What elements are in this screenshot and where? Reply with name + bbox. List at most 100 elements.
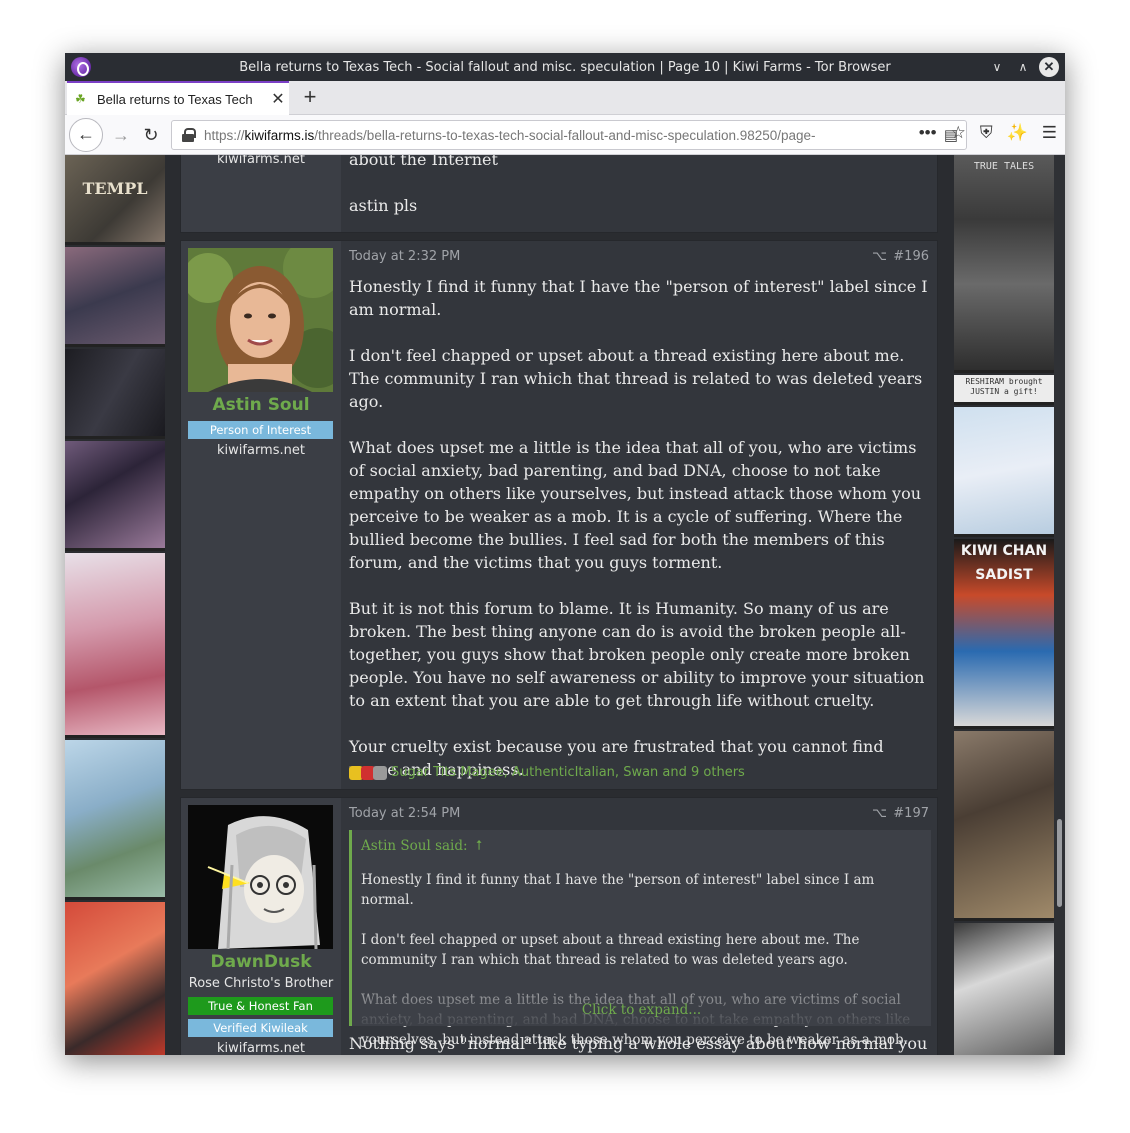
bg-panel: TEMPL — [65, 155, 165, 245]
bg-caption: KIWI CHAN — [960, 543, 1048, 559]
quote-paragraph: Honestly I find it funny that I have the… — [361, 872, 875, 908]
avatar-image — [188, 248, 333, 392]
new-tab-button[interactable]: + — [297, 85, 323, 111]
post-timestamp[interactable]: Today at 2:54 PM — [349, 806, 460, 821]
post-197: DawnDusk Rose Christo's Brother True & H… — [180, 797, 938, 1055]
tab-bar: ☘ Bella returns to Texas Tech ✕ + — [65, 81, 1065, 115]
bg-caption: RESHIRAM brought JUSTIN a gift! — [965, 377, 1043, 396]
tab-close-icon[interactable]: ✕ — [267, 89, 289, 109]
share-icon[interactable]: ⌥ — [872, 806, 887, 821]
thread-content: kiwifarms.net about the Internet astin p… — [180, 155, 938, 1055]
bg-panel — [65, 441, 165, 551]
bg-panel — [954, 731, 1054, 921]
user-banner-true-honest-fan: True & Honest Fan — [188, 997, 333, 1015]
bg-panel — [65, 247, 165, 347]
user-pane: DawnDusk Rose Christo's Brother True & H… — [181, 798, 341, 1055]
scrollbar-thumb[interactable] — [1057, 819, 1062, 907]
close-window-icon[interactable]: ✕ — [1039, 57, 1059, 77]
user-banner-verified-kiwileak: Verified Kiwileak — [188, 1019, 333, 1037]
post-text: about the Internet astin pls — [349, 155, 929, 217]
forward-button[interactable]: → — [109, 123, 133, 147]
quote-body: Honestly I find it funny that I have the… — [361, 870, 915, 1055]
page-viewport: TEMPL kiwifarms.net about the Internet a… — [65, 155, 1065, 1055]
post-paragraph: about the Internet — [349, 155, 498, 169]
username[interactable]: DawnDusk — [181, 952, 341, 972]
arrow-up-circle-icon[interactable]: ⭡ — [476, 838, 482, 854]
user-domain: kiwifarms.net — [217, 443, 305, 458]
bg-panel: KIWI CHAN SADIST — [954, 539, 1054, 729]
bg-panel: TRUE TALES — [954, 155, 1054, 373]
user-avatar[interactable] — [188, 248, 333, 392]
post-paragraph: I don't feel chapped or upset about a th… — [349, 346, 923, 411]
reactions-bar[interactable]: Sugar Tits Magee, AuthenticItalian, Swan… — [349, 765, 745, 780]
toolbar-right: ••• ☆ ⛨ ✨ ☰ — [919, 123, 1057, 143]
post-paragraph: astin pls — [349, 196, 418, 215]
page-actions-icon[interactable]: ••• — [919, 123, 937, 143]
page-scrollbar[interactable] — [1054, 155, 1065, 1055]
username[interactable]: Astin Soul — [181, 395, 341, 415]
menu-icon[interactable]: ☰ — [1042, 123, 1057, 143]
minimize-icon[interactable]: ∨ — [987, 57, 1007, 77]
avatar-image — [188, 805, 333, 949]
post-number[interactable]: #197 — [893, 806, 929, 821]
url-bar[interactable]: https://kiwifarms.is/threads/bella-retur… — [171, 120, 967, 150]
lock-icon[interactable] — [182, 128, 196, 142]
window-controls: ∨ ∧ ✕ — [987, 57, 1059, 77]
bg-panel — [65, 553, 165, 738]
back-button[interactable]: ← — [69, 118, 103, 152]
bg-caption: TRUE TALES — [973, 161, 1035, 172]
tab-active[interactable]: ☘ Bella returns to Texas Tech ✕ — [67, 81, 289, 115]
post-number[interactable]: #196 — [893, 249, 929, 264]
bg-caption: SADIST — [975, 567, 1033, 583]
quote-paragraph: I don't feel chapped or upset about a th… — [361, 932, 860, 968]
security-shield-icon[interactable]: ⛨ — [980, 123, 993, 143]
kiwi-favicon-icon: ☘ — [75, 92, 86, 106]
user-domain: kiwifarms.net — [217, 155, 305, 167]
bg-panel — [65, 349, 165, 439]
share-icon[interactable]: ⌥ — [872, 249, 887, 264]
post-paragraph: Honestly I find it funny that I have the… — [349, 277, 928, 319]
post-meta: Today at 2:32 PM ⌥ #196 — [349, 249, 929, 269]
bg-panel — [954, 407, 1054, 537]
bg-panel — [954, 923, 1054, 1055]
post-text: Honestly I find it funny that I have the… — [349, 275, 929, 781]
user-title: Rose Christo's Brother — [188, 976, 334, 991]
new-identity-icon[interactable]: ✨ — [1007, 123, 1028, 143]
tor-browser-icon — [71, 57, 91, 77]
tab-label: Bella returns to Texas Tech — [97, 91, 253, 107]
url-text[interactable]: https://kiwifarms.is/threads/bella-retur… — [204, 128, 944, 143]
post-196: Astin Soul Person of Interest kiwifarms.… — [180, 240, 938, 790]
quote-block: Astin Soul said: ⭡ Honestly I find it fu… — [349, 830, 931, 1048]
window-title: Bella returns to Texas Tech - Social fal… — [239, 59, 891, 75]
browser-window: Bella returns to Texas Tech - Social fal… — [65, 53, 1065, 1055]
reactions-users[interactable]: Sugar Tits Magee, AuthenticItalian, Swan… — [391, 765, 745, 780]
post-text: Nothing says "normal" like typing a whol… — [349, 1032, 929, 1055]
post-timestamp[interactable]: Today at 2:32 PM — [349, 249, 460, 264]
user-banner-person-of-interest: Person of Interest — [188, 421, 333, 439]
background-art-right: TRUE TALES RESHIRAM brought JUSTIN a gif… — [954, 155, 1054, 1055]
post-paragraph: What does upset me a little is the idea … — [349, 438, 922, 572]
reload-button[interactable]: ↻ — [139, 123, 163, 147]
post-meta: Today at 2:54 PM ⌥ #197 — [349, 806, 929, 826]
reaction-icon — [373, 765, 387, 780]
post-paragraph: But it is not this forum to blame. It is… — [349, 599, 925, 710]
bookmark-star-icon[interactable]: ☆ — [951, 123, 966, 143]
background-art-left: TEMPL — [65, 155, 165, 1055]
quote-header[interactable]: Astin Soul said: ⭡ — [352, 830, 931, 863]
reaction-icons — [349, 765, 387, 780]
nav-bar: ← → ↻ https://kiwifarms.is/threads/bella… — [65, 115, 1065, 155]
user-domain: kiwifarms.net — [217, 1041, 305, 1055]
post-paragraph: Nothing says "normal" like typing a whol… — [349, 1034, 928, 1053]
bg-panel: RESHIRAM brought JUSTIN a gift! — [954, 375, 1054, 405]
user-pane: kiwifarms.net — [181, 155, 341, 232]
bg-panel — [65, 902, 165, 1055]
quote-author[interactable]: Astin Soul said: — [361, 838, 468, 854]
bg-panel — [65, 740, 165, 900]
user-avatar[interactable] — [188, 805, 333, 949]
bg-caption: TEMPL — [82, 179, 148, 198]
user-pane: Astin Soul Person of Interest kiwifarms.… — [181, 241, 341, 789]
maximize-icon[interactable]: ∧ — [1013, 57, 1033, 77]
click-to-expand-link[interactable]: Click to expand... — [352, 1002, 931, 1018]
post-partial: kiwifarms.net about the Internet astin p… — [180, 155, 938, 233]
title-bar: Bella returns to Texas Tech - Social fal… — [65, 53, 1065, 81]
